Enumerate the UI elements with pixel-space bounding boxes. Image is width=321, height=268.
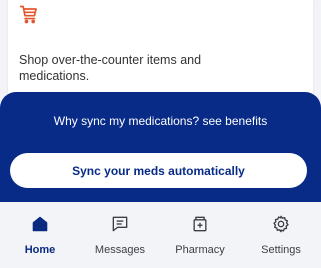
- shopping-cart-icon: [19, 5, 37, 24]
- tab-settings[interactable]: Settings: [241, 202, 321, 268]
- settings-gear-icon: [273, 215, 289, 233]
- sync-meds-panel: Why sync my medications? see benefits Sy…: [0, 92, 321, 202]
- tab-home[interactable]: Home: [0, 202, 80, 268]
- tab-messages-label: Messages: [94, 244, 146, 256]
- tab-home-label: Home: [24, 244, 56, 256]
- otc-card-description: Shop over-the-counter items and medicati…: [19, 53, 202, 83]
- sync-meds-button[interactable]: Sync your meds automatically: [10, 153, 307, 188]
- tab-pharmacy-label: Pharmacy: [175, 244, 225, 256]
- app-screen: Shop over-the-counter items and medicati…: [0, 0, 321, 268]
- tab-messages[interactable]: Messages: [80, 202, 160, 268]
- bottom-tab-bar: Home Messages Pharmacy Settings: [0, 202, 321, 268]
- home-icon: [32, 216, 48, 232]
- tab-pharmacy[interactable]: Pharmacy: [160, 202, 240, 268]
- tab-settings-label: Settings: [261, 244, 301, 256]
- sync-benefits-link[interactable]: Why sync my medications? see benefits: [0, 114, 321, 128]
- pharmacy-icon: [193, 216, 207, 232]
- messages-icon: [112, 216, 128, 232]
